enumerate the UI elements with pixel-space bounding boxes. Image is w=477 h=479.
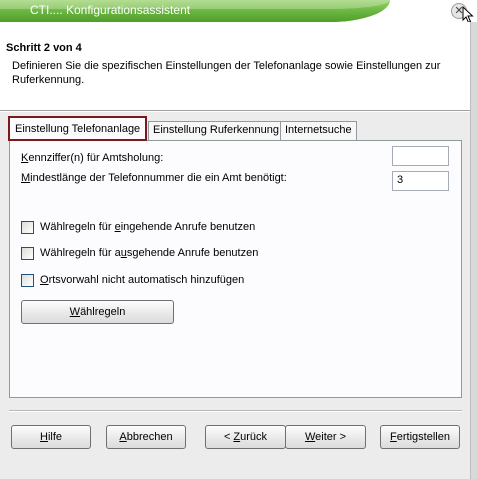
- waehlregeln-button[interactable]: Wählregeln: [21, 300, 174, 324]
- ausgehende-checkbox[interactable]: [21, 246, 34, 260]
- mindestlaenge-label: Mindestlänge der Telefonnummer die ein A…: [21, 172, 287, 184]
- weiter-button[interactable]: Weiter >: [285, 425, 366, 449]
- window-right-edge: [470, 22, 477, 479]
- mindestlaenge-input[interactable]: 3: [392, 171, 449, 191]
- eingehende-label: Wählregeln für eingehende Anrufe benutze…: [40, 221, 256, 233]
- ortsvorwahl-checkbox[interactable]: [21, 273, 34, 287]
- eingehende-checkbox[interactable]: [21, 220, 34, 234]
- tab-label: Einstellung Telefonanlage: [15, 123, 141, 135]
- title-bar: CTI.... Konfigurationsassistent ✕: [0, 0, 477, 22]
- hilfe-button[interactable]: Hilfe: [11, 425, 91, 449]
- tab-einstellung-ruferkennung[interactable]: Einstellung Ruferkennung: [148, 121, 284, 140]
- tab-label: Einstellung Ruferkennung: [153, 124, 279, 136]
- tab-panel: Kennziffer(n) für Amtsholung: Mindestlän…: [9, 140, 462, 398]
- checkbox-row-ortsvorwahl[interactable]: Ortsvorwahl nicht automatisch hinzufügen: [21, 273, 244, 287]
- amtsholung-label: Kennziffer(n) für Amtsholung:: [21, 152, 164, 164]
- fertigstellen-button[interactable]: Fertigstellen: [380, 425, 460, 449]
- ortsvorwahl-label: Ortsvorwahl nicht automatisch hinzufügen: [40, 274, 245, 286]
- abbrechen-button[interactable]: Abbrechen: [106, 425, 186, 449]
- tab-einstellung-telefonanlage[interactable]: Einstellung Telefonanlage: [8, 116, 148, 141]
- tab-label: Internetsuche: [285, 124, 352, 136]
- step-title: Schritt 2 von 4: [6, 42, 82, 54]
- window-title: CTI.... Konfigurationsassistent: [30, 3, 191, 17]
- tab-internetsuche[interactable]: Internetsuche: [280, 121, 357, 140]
- checkbox-row-eingehende[interactable]: Wählregeln für eingehende Anrufe benutze…: [21, 220, 255, 234]
- ausgehende-label: Wählregeln für ausgehende Anrufe benutze…: [40, 247, 259, 259]
- zurueck-button[interactable]: < Zurück: [205, 425, 286, 449]
- checkbox-row-ausgehende[interactable]: Wählregeln für ausgehende Anrufe benutze…: [21, 246, 258, 260]
- wizard-header: Schritt 2 von 4 Definieren Sie die spezi…: [0, 22, 477, 110]
- amtsholung-input[interactable]: [392, 146, 449, 166]
- footer-divider: [9, 410, 462, 412]
- step-description: Definieren Sie die spezifischen Einstell…: [12, 60, 441, 86]
